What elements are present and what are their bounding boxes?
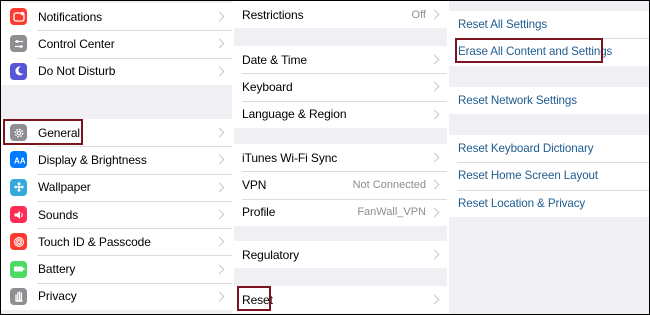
erase-all-content-button[interactable]: Erase All Content and Settings — [449, 38, 649, 66]
reset-keyboard-dictionary-button[interactable]: Reset Keyboard Dictionary — [449, 135, 649, 163]
settings-row-wallpaper[interactable]: Wallpaper — [1, 173, 232, 201]
general-row-label: Profile — [242, 205, 276, 220]
settings-row-sounds[interactable]: Sounds — [1, 200, 232, 229]
profile-value: FanWall_VPN — [357, 206, 426, 219]
settings-row-label: Notifications — [38, 9, 103, 24]
settings-row-label: Privacy — [38, 289, 77, 304]
chevron-right-icon — [429, 109, 440, 120]
settings-row-label: Do Not Disturb — [38, 64, 116, 79]
settings-row-general[interactable]: General — [1, 119, 232, 147]
general-row-label: Language & Region — [242, 107, 347, 122]
chevron-right-icon — [214, 38, 225, 49]
speaker-icon — [10, 206, 27, 224]
settings-row-label: Wallpaper — [38, 180, 91, 195]
general-row-reset[interactable]: Reset — [234, 286, 447, 314]
reset-location-privacy-button[interactable]: Reset Location & Privacy — [449, 189, 649, 217]
chevron-right-icon — [429, 81, 440, 92]
settings-row-label: General — [38, 125, 80, 140]
general-row-regulatory[interactable]: Regulatory — [234, 241, 447, 269]
reset-option-label: Reset Location & Privacy — [458, 196, 586, 210]
chevron-right-icon — [429, 9, 440, 20]
general-group-restrictions: Restrictions Off — [234, 1, 447, 29]
general-row-language-region[interactable]: Language & Region — [234, 100, 447, 128]
reset-option-label: Reset Keyboard Dictionary — [458, 142, 594, 156]
settings-row-battery[interactable]: Battery — [1, 255, 232, 283]
chevron-right-icon — [214, 236, 225, 247]
chevron-right-icon — [214, 154, 225, 165]
hand-icon — [10, 287, 27, 305]
settings-row-control-center[interactable]: Control Center — [1, 30, 232, 58]
general-row-keyboard[interactable]: Keyboard — [234, 73, 447, 101]
restrictions-value: Off — [411, 8, 426, 21]
settings-row-label: Touch ID & Passcode — [38, 234, 151, 249]
settings-row-label: Battery — [38, 262, 76, 277]
reset-option-label: Reset Network Settings — [458, 94, 577, 108]
chevron-right-icon — [429, 294, 440, 305]
reset-group-other: Reset Keyboard Dictionary Reset Home Scr… — [449, 135, 649, 217]
general-row-label: Restrictions — [242, 7, 304, 22]
general-row-label: Date & Time — [242, 52, 307, 67]
chevron-right-icon — [214, 182, 225, 193]
general-row-label: iTunes Wi-Fi Sync — [242, 150, 338, 165]
chevron-right-icon — [214, 11, 225, 22]
general-row-vpn[interactable]: VPN Not Connected — [234, 171, 447, 199]
settings-group-general: General AA Display & Brightness Wallpape… — [1, 119, 232, 311]
chevron-right-icon — [429, 152, 440, 163]
settings-row-privacy[interactable]: Privacy — [1, 282, 232, 311]
general-row-label: Keyboard — [242, 79, 293, 94]
reset-option-label: Reset All Settings — [458, 18, 548, 32]
settings-row-label: Sounds — [38, 207, 79, 222]
chevron-right-icon — [214, 264, 225, 275]
chevron-right-icon — [429, 179, 440, 190]
reset-group-main: Reset All Settings Erase All Content and… — [449, 11, 649, 66]
reset-group-network: Reset Network Settings — [449, 87, 649, 115]
chevron-right-icon — [214, 66, 225, 77]
general-settings-list: Restrictions Off Date & Time Keyboard La… — [234, 1, 447, 314]
chevron-right-icon — [214, 127, 225, 138]
reset-option-label: Erase All Content and Settings — [458, 45, 613, 59]
chevron-right-icon — [429, 249, 440, 260]
general-group-reset: Reset — [234, 286, 447, 314]
chevron-right-icon — [214, 209, 225, 220]
reset-home-screen-layout-button[interactable]: Reset Home Screen Layout — [449, 162, 649, 190]
general-row-itunes-wifi-sync[interactable]: iTunes Wi-Fi Sync — [234, 144, 447, 172]
chevron-right-icon — [429, 54, 440, 65]
chevron-right-icon — [214, 291, 225, 302]
general-row-label: Regulatory — [242, 247, 300, 262]
fingerprint-icon — [10, 233, 27, 251]
svg-text:AA: AA — [14, 156, 25, 165]
reset-network-settings-button[interactable]: Reset Network Settings — [449, 87, 649, 115]
general-row-profile[interactable]: Profile FanWall_VPN — [234, 198, 447, 226]
moon-icon — [10, 62, 27, 80]
settings-row-touch-id-passcode[interactable]: Touch ID & Passcode — [1, 228, 232, 256]
settings-row-label: Display & Brightness — [38, 152, 147, 167]
general-group-regulatory: Regulatory — [234, 241, 447, 269]
wallpaper-icon — [10, 178, 27, 196]
general-group-network: iTunes Wi-Fi Sync VPN Not Connected Prof… — [234, 144, 447, 226]
settings-row-display-brightness[interactable]: AA Display & Brightness — [1, 146, 232, 174]
display-icon: AA — [10, 151, 27, 169]
settings-row-label: Control Center — [38, 36, 115, 51]
general-row-restrictions[interactable]: Restrictions Off — [234, 1, 447, 29]
battery-icon — [10, 260, 27, 278]
reset-options-list: Reset All Settings Erase All Content and… — [449, 1, 649, 314]
notifications-icon — [10, 8, 27, 26]
vpn-status-value: Not Connected — [352, 178, 426, 191]
reset-all-settings-button[interactable]: Reset All Settings — [449, 11, 649, 39]
settings-row-notifications[interactable]: Notifications — [1, 3, 232, 31]
settings-main-list: Notifications Control Center Do Not Dist… — [1, 1, 232, 314]
general-row-date-time[interactable]: Date & Time — [234, 46, 447, 74]
settings-row-do-not-disturb[interactable]: Do Not Disturb — [1, 57, 232, 85]
reset-option-label: Reset Home Screen Layout — [458, 169, 599, 183]
gear-icon — [10, 124, 27, 142]
chevron-right-icon — [429, 207, 440, 218]
settings-group-top: Notifications Control Center Do Not Dist… — [1, 3, 232, 85]
control-center-icon — [10, 35, 27, 53]
general-row-label: Reset — [242, 292, 273, 307]
general-row-label: VPN — [242, 177, 267, 192]
general-group-locale: Date & Time Keyboard Language & Region — [234, 46, 447, 128]
